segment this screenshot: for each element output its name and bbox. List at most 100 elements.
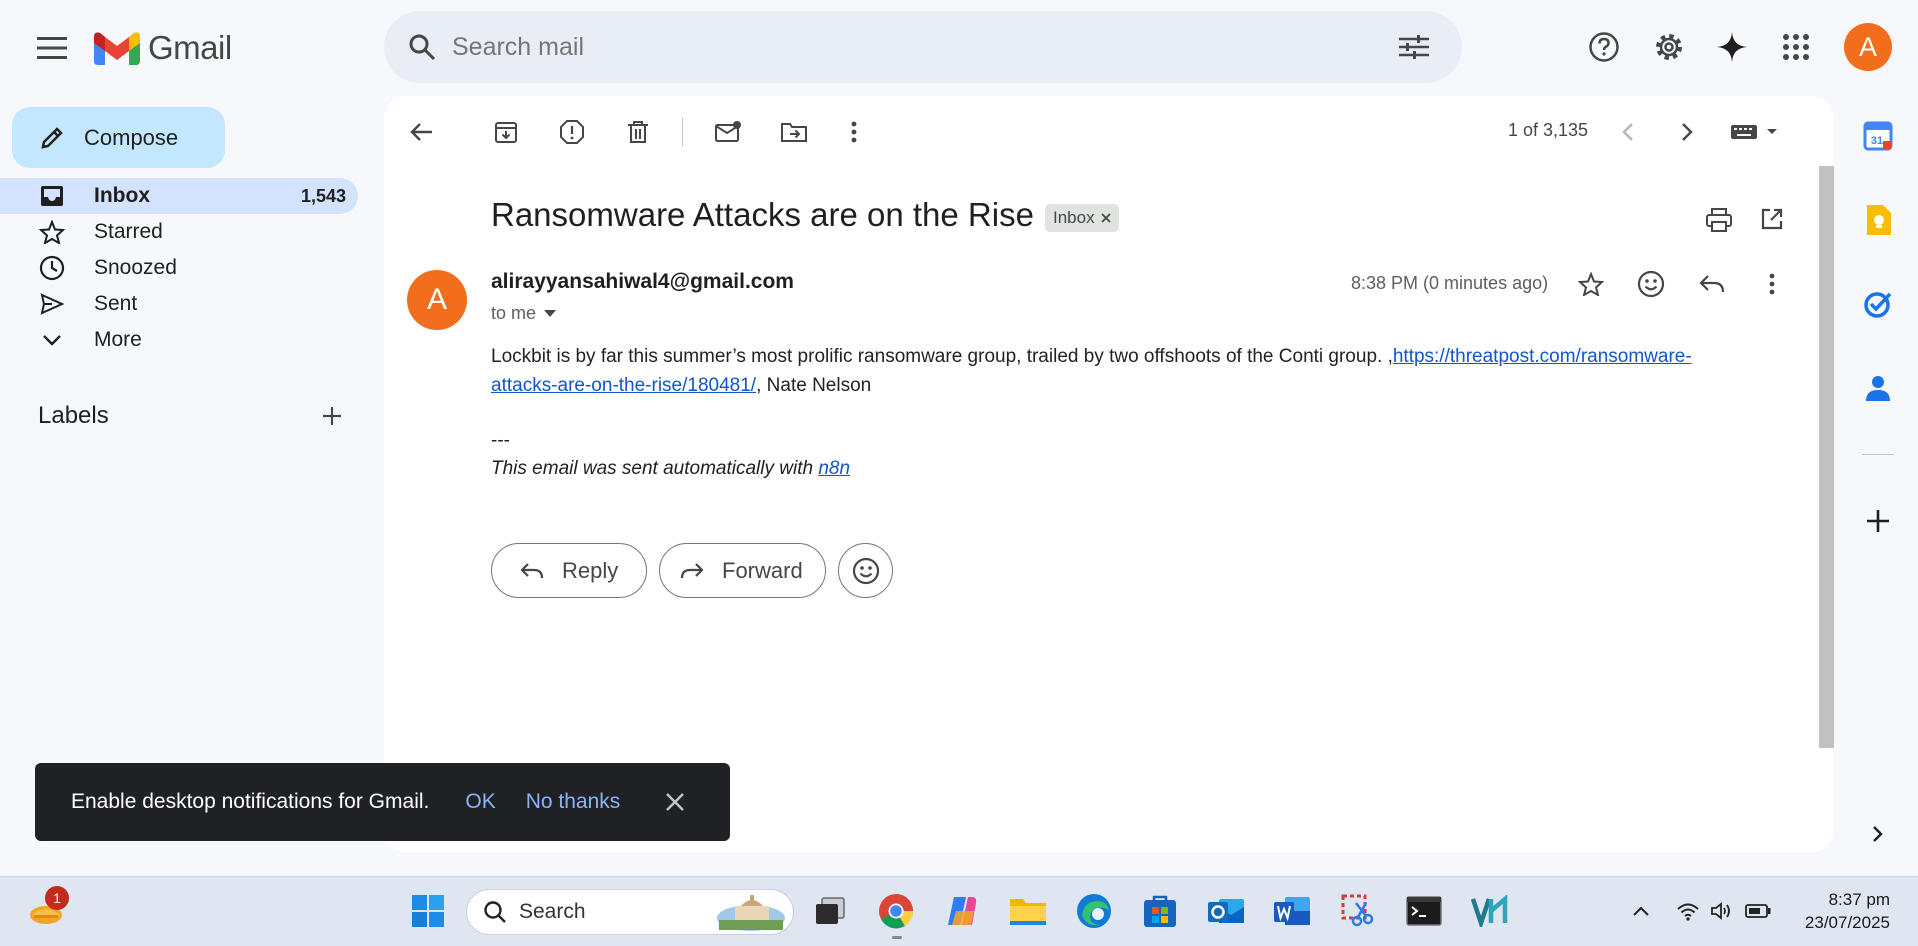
contacts-icon[interactable] <box>1856 366 1900 410</box>
print-icon[interactable] <box>1699 200 1739 240</box>
outlook-icon[interactable] <box>1204 889 1248 933</box>
sender-email[interactable]: alirayyansahiwal4@gmail.com <box>491 270 794 294</box>
edge-icon[interactable] <box>1072 889 1116 933</box>
archive-icon[interactable] <box>486 112 526 152</box>
help-icon[interactable] <box>1579 22 1629 72</box>
gmail-logo[interactable]: Gmail <box>94 28 232 68</box>
inbox-label-chip: Inbox <box>1045 204 1119 232</box>
vs-vmware-icon[interactable] <box>1468 889 1512 933</box>
battery-icon[interactable] <box>1742 896 1774 926</box>
body-author: , Nate Nelson <box>756 375 872 396</box>
sidebar-item-starred[interactable]: Starred <box>0 214 358 250</box>
microsoft-store-icon[interactable] <box>1138 889 1182 933</box>
terminal-icon[interactable] <box>1402 889 1446 933</box>
word-icon[interactable] <box>1270 889 1314 933</box>
reply-button[interactable]: Reply <box>491 543 647 598</box>
account-avatar[interactable]: A <box>1844 23 1892 71</box>
remove-label-icon[interactable] <box>1100 213 1111 223</box>
forward-button[interactable]: Forward <box>659 543 826 598</box>
side-panel-divider <box>1862 454 1894 455</box>
toast-no-thanks-button[interactable]: No thanks <box>526 790 621 814</box>
scrollbar-thumb[interactable] <box>1819 166 1834 748</box>
reply-label: Reply <box>562 557 619 583</box>
chrome-icon[interactable] <box>874 889 918 933</box>
send-icon <box>34 286 70 322</box>
calendar-icon[interactable]: 31 <box>1856 114 1900 158</box>
clock-icon <box>34 250 70 286</box>
labels-heading: Labels <box>38 402 109 429</box>
copilot-icon[interactable] <box>940 889 984 933</box>
smiley-icon <box>852 557 880 585</box>
body-text: Lockbit is by far this summer’s most pro… <box>491 346 1393 367</box>
chevron-down-icon <box>34 322 70 358</box>
close-icon[interactable] <box>660 787 690 817</box>
signature-text: This email was sent automatically with <box>491 458 819 479</box>
compose-label: Compose <box>84 124 179 150</box>
show-hidden-icons-chevron-icon[interactable] <box>1624 896 1658 926</box>
search-bar[interactable] <box>384 11 1462 83</box>
google-apps-icon[interactable] <box>1771 22 1821 72</box>
gmail-m-icon <box>94 32 140 65</box>
notification-badge: 1 <box>45 886 69 910</box>
more-vert-icon[interactable] <box>834 112 874 152</box>
newer-chevron-icon[interactable] <box>1608 112 1648 152</box>
snipping-tool-icon[interactable] <box>1336 889 1380 933</box>
settings-gear-icon[interactable] <box>1644 22 1694 72</box>
message-timestamp: 8:38 PM (0 minutes ago) <box>1351 273 1549 293</box>
caret-down-icon[interactable] <box>544 309 557 318</box>
signature-separator: --- <box>491 430 510 451</box>
keep-notes-icon[interactable] <box>1856 198 1900 242</box>
email-subject: Ransomware Attacks are on the Rise <box>491 196 1034 233</box>
toast-ok-button[interactable]: OK <box>465 790 495 814</box>
search-icon <box>483 900 507 924</box>
sidebar-item-snoozed[interactable]: Snoozed <box>0 250 358 286</box>
open-in-new-window-icon[interactable] <box>1752 199 1792 239</box>
move-to-folder-icon[interactable] <box>774 112 814 152</box>
expand-side-panel-chevron-icon[interactable] <box>1856 812 1900 856</box>
sidebar-item-inbox[interactable]: Inbox 1,543 <box>0 178 358 214</box>
task-view-icon[interactable] <box>808 889 852 933</box>
compose-button[interactable]: Compose <box>12 107 225 168</box>
toast-message: Enable desktop notifications for Gmail. <box>71 790 430 813</box>
file-explorer-icon[interactable] <box>1006 889 1050 933</box>
sidebar-item-label: Starred <box>94 220 163 243</box>
search-input[interactable] <box>452 32 1390 62</box>
taskbar-search-box[interactable]: Search <box>466 889 794 935</box>
tasks-icon[interactable] <box>1856 282 1900 326</box>
pagination-count: 1 of 3,135 <box>1508 120 1589 140</box>
emoji-reaction-button[interactable] <box>838 543 893 598</box>
add-label-icon[interactable] <box>314 398 350 434</box>
message-more-vert-icon[interactable] <box>1752 264 1792 304</box>
search-icon[interactable] <box>402 27 442 67</box>
toolbar-divider <box>682 118 683 146</box>
sidebar-item-label: Sent <box>94 292 138 315</box>
get-addons-plus-icon[interactable] <box>1856 499 1900 543</box>
n8n-link[interactable]: n8n <box>818 458 850 479</box>
unread-count: 1,543 <box>300 185 346 206</box>
sidebar-item-more[interactable]: More <box>0 322 358 358</box>
reply-arrow-icon[interactable] <box>1692 264 1732 304</box>
volume-icon[interactable] <box>1706 896 1738 926</box>
add-reaction-emoji-icon[interactable] <box>1631 264 1671 304</box>
older-chevron-icon[interactable] <box>1667 112 1707 152</box>
mark-unread-icon[interactable] <box>708 112 748 152</box>
back-arrow-icon[interactable] <box>402 112 442 152</box>
wifi-icon[interactable] <box>1672 896 1704 926</box>
forward-icon <box>680 562 704 580</box>
sidebar-item-sent[interactable]: Sent <box>0 286 358 322</box>
main-menu-icon[interactable] <box>32 28 72 68</box>
star-message-icon[interactable] <box>1571 264 1611 304</box>
label-chip-text: Inbox <box>1053 208 1095 227</box>
search-highlight-landmark-icon <box>715 892 787 932</box>
sender-avatar[interactable]: A <box>407 270 467 330</box>
recipient-details[interactable]: to me <box>491 303 557 324</box>
inbox-icon <box>34 178 70 214</box>
system-clock[interactable]: 8:37 pm 23/07/2025 <box>1780 888 1890 934</box>
windows-start-icon[interactable] <box>406 889 450 933</box>
report-spam-icon[interactable] <box>552 112 592 152</box>
chrome-running-indicator <box>892 936 902 939</box>
delete-trash-icon[interactable] <box>618 112 658 152</box>
input-tools-keyboard-icon[interactable] <box>1728 112 1782 152</box>
gemini-sparkle-icon[interactable] <box>1707 22 1757 72</box>
search-options-icon[interactable] <box>1390 23 1438 71</box>
